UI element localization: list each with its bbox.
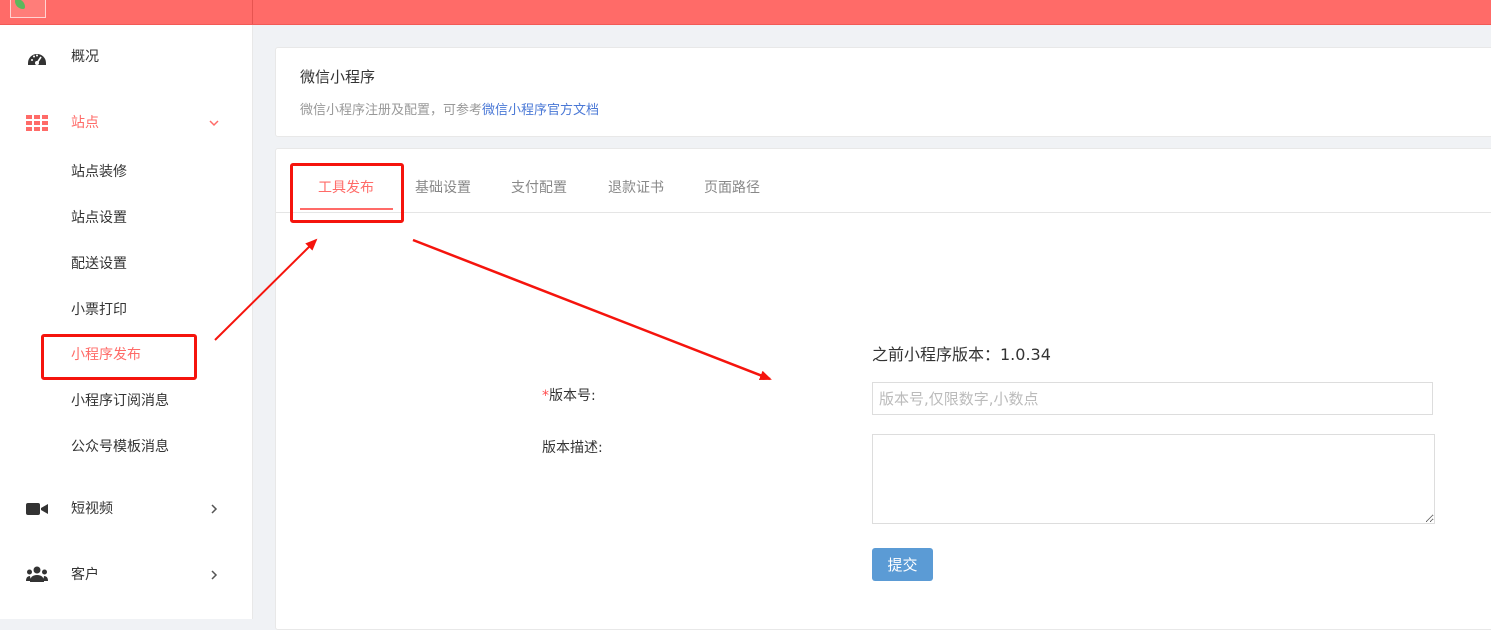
- sidebar-subitem-official-template-msg[interactable]: 公众号模板消息: [71, 437, 169, 457]
- version-desc-label: 版本描述:: [542, 440, 603, 456]
- sidebar-item-label: 客户: [71, 567, 99, 583]
- sidebar-item-label: 概况: [71, 49, 99, 65]
- sidebar-subitem-receipt-printing[interactable]: 小票打印: [71, 300, 127, 320]
- top-divider: [252, 0, 253, 24]
- tabs-divider: [276, 212, 1491, 213]
- tab-refund-cert[interactable]: 退款证书: [608, 178, 664, 198]
- version-label: *版本号:: [542, 385, 596, 405]
- tab-basic-settings[interactable]: 基础设置: [415, 178, 471, 198]
- version-label-text: 版本号:: [549, 388, 596, 404]
- sidebar-subitem-site-decoration[interactable]: 站点装修: [71, 162, 127, 182]
- chevron-down-icon[interactable]: [206, 115, 222, 131]
- sidebar-subitem-site-settings[interactable]: 站点设置: [71, 208, 127, 228]
- sidebar-item-overview[interactable]: 概况: [0, 45, 252, 85]
- sidebar-item-customers[interactable]: 客户: [0, 563, 252, 603]
- grid-icon: [26, 115, 48, 131]
- sidebar: 概况 站点 站点装修 站点设置 配送设置 小票打印 小程序发布 小程序订阅消息 …: [0, 25, 252, 619]
- main-card: 工具发布 基础设置 支付配置 退款证书 页面路径 之前小程序版本：1.0.34 …: [275, 148, 1491, 630]
- page-title: 微信小程序: [300, 68, 376, 86]
- top-bar: [0, 0, 1491, 25]
- submit-button[interactable]: 提交: [872, 548, 933, 581]
- page-description: 微信小程序注册及配置，可参考微信小程序官方文档: [300, 99, 599, 118]
- version-input[interactable]: [872, 382, 1433, 415]
- sidebar-subitem-delivery-settings[interactable]: 配送设置: [71, 254, 127, 274]
- sidebar-item-label: 站点: [71, 115, 99, 131]
- chevron-right-icon[interactable]: [206, 567, 222, 583]
- annotation-box-sidebar: [41, 334, 197, 380]
- chevron-right-icon[interactable]: [206, 501, 222, 517]
- sidebar-border: [252, 25, 253, 619]
- previous-version-text: 之前小程序版本：1.0.34: [872, 345, 1051, 364]
- logo-leaf-icon: [15, 0, 25, 9]
- video-camera-icon: [26, 503, 48, 515]
- sidebar-item-site[interactable]: 站点: [0, 111, 252, 151]
- annotation-box-tab: [290, 163, 404, 223]
- required-mark: *: [542, 388, 549, 404]
- sidebar-item-label: 短视频: [71, 501, 113, 517]
- dashboard-icon: [28, 54, 46, 65]
- tab-page-paths[interactable]: 页面路径: [704, 178, 760, 198]
- users-icon: [26, 566, 48, 582]
- version-desc-textarea[interactable]: [872, 434, 1435, 524]
- header-card: 微信小程序 微信小程序注册及配置，可参考微信小程序官方文档: [275, 47, 1491, 137]
- tab-payment-config[interactable]: 支付配置: [511, 178, 567, 198]
- sidebar-subitem-miniprogram-subscribe-msg[interactable]: 小程序订阅消息: [71, 391, 169, 411]
- logo[interactable]: [10, 0, 46, 18]
- description-text: 微信小程序注册及配置，可参考: [300, 103, 483, 118]
- docs-link[interactable]: 微信小程序官方文档: [482, 103, 599, 118]
- sidebar-item-short-video[interactable]: 短视频: [0, 497, 252, 537]
